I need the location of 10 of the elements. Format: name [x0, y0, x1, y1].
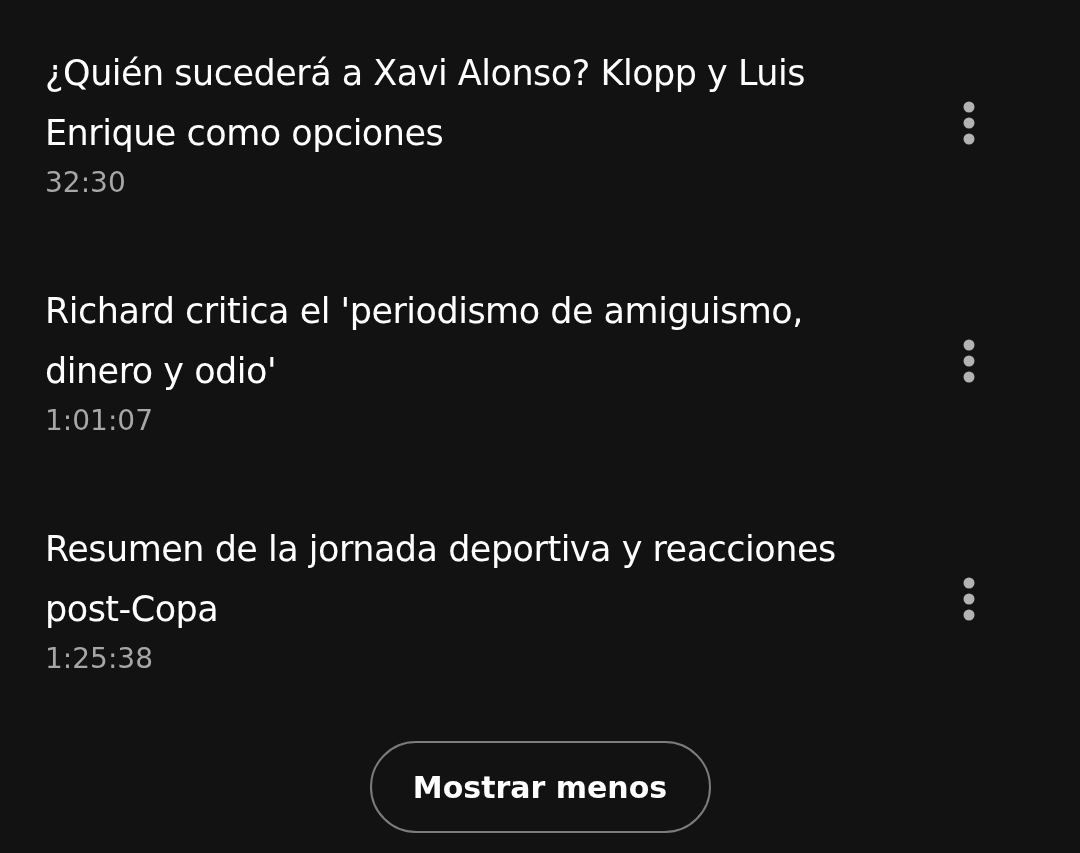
more-options-icon[interactable]	[963, 577, 975, 621]
episode-duration: 1:01:07	[45, 403, 154, 439]
episode-title[interactable]: ¿Quién sucederá a Xavi Alonso? Klopp y Luis Enrique como opciones	[45, 43, 905, 163]
more-options-icon[interactable]	[963, 101, 975, 145]
episode-title[interactable]: Richard critica el 'periodismo de amiguismo, dinero y odio'	[45, 281, 905, 401]
show-less-button[interactable]: Mostrar menos	[369, 741, 711, 833]
episode-duration: 32:30	[45, 165, 127, 201]
episode-duration: 1:25:38	[45, 641, 154, 677]
more-options-icon[interactable]	[963, 339, 975, 383]
episode-title[interactable]: Resumen de la jornada deportiva y reacciones post-Copa	[45, 519, 905, 639]
